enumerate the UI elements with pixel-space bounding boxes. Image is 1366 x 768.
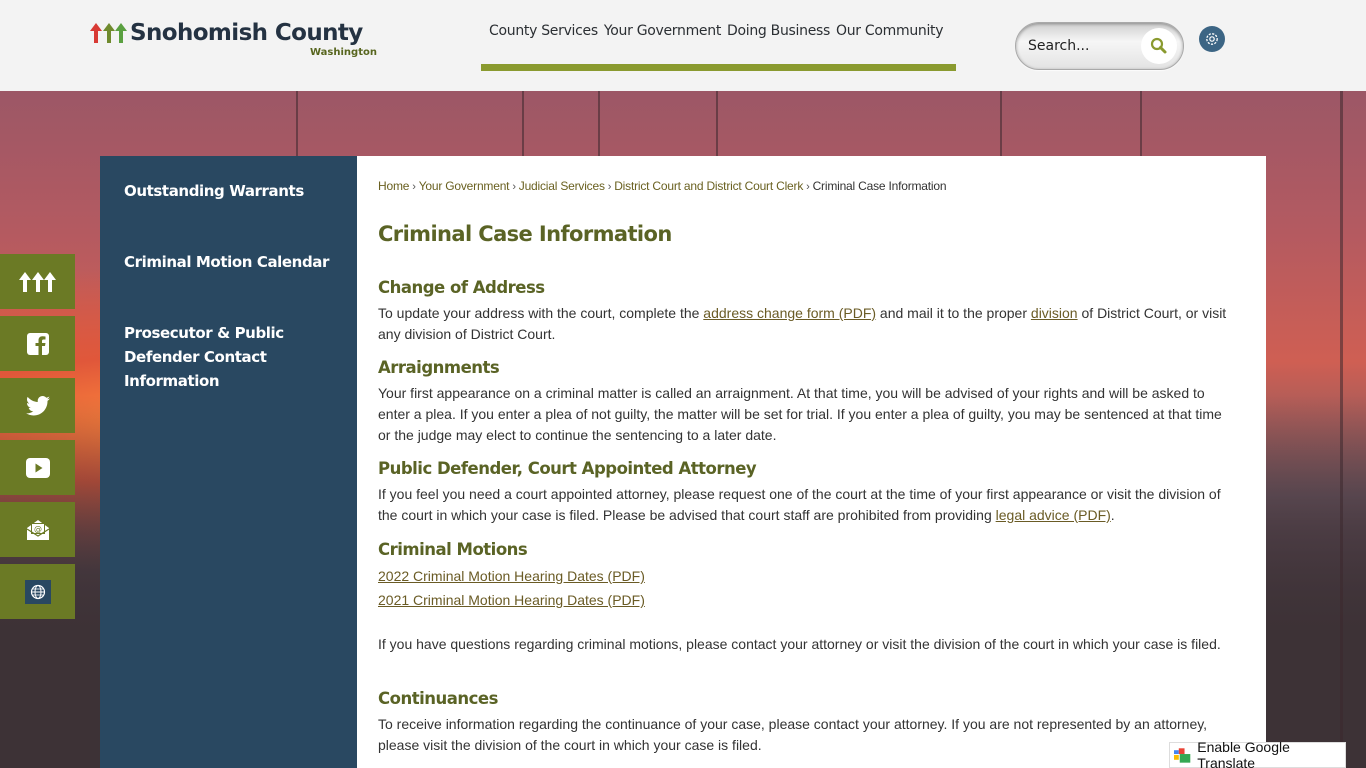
decorative-mast [522,91,524,161]
county-trees-icon [18,271,56,292]
breadcrumb-your-government[interactable]: Your Government [419,179,510,193]
sidenav-outstanding-warrants[interactable]: Outstanding Warrants [124,179,334,203]
search-box [1015,22,1184,70]
section-side-nav: Outstanding Warrants Criminal Motion Cal… [100,156,357,768]
main-content: Home › Your Government › Judicial Services › D… [357,156,1266,768]
social-facebook-link[interactable] [0,316,75,371]
breadcrumb-home[interactable]: Home [378,179,409,193]
youtube-icon [25,457,50,478]
motion-dates-2021-link[interactable]: 2021 Criminal Motion Hearing Dates (PDF) [378,588,645,612]
main-navigation: County Services Your Government Doing Bu… [481,0,956,72]
social-translate-link[interactable] [0,564,75,619]
decorative-mast [1140,91,1142,161]
social-youtube-link[interactable] [0,440,75,495]
address-change-form-link[interactable]: address change form (PDF) [703,305,876,321]
section-heading: Change of Address [378,278,545,297]
social-email-link[interactable]: @ [0,502,75,557]
globe-icon [24,579,51,604]
facebook-icon [26,332,49,355]
breadcrumb-current: Criminal Case Information [812,179,947,193]
decorative-mast [716,91,718,161]
section-text: If you have questions regarding criminal… [378,636,1221,652]
logo-state-name: Washington [310,47,377,58]
section-arraignments: Arraignments Your first appearance on a … [378,357,1238,446]
search-input[interactable] [1028,33,1138,59]
nav-doing-business[interactable]: Doing Business [727,23,830,39]
section-text: To receive information regarding the con… [378,716,1208,753]
breadcrumb-district-court[interactable]: District Court and District Court Clerk [614,179,803,193]
social-media-bar: @ [0,254,75,626]
section-text: If you feel you need a court appointed a… [378,484,1238,526]
breadcrumb-separator: › [806,181,810,193]
legal-advice-link[interactable]: legal advice (PDF) [996,507,1111,523]
section-text: Your first appearance on a criminal matt… [378,385,1222,443]
text-fragment: . [1110,507,1115,523]
gear-icon [1206,33,1218,45]
page-title: Criminal Case Information [378,222,672,246]
section-heading: Criminal Motions [378,540,528,559]
logo-trees-icon [90,23,127,43]
nav-our-community[interactable]: Our Community [836,23,944,39]
search-button[interactable] [1141,28,1177,64]
breadcrumb: Home › Your Government › Judicial Services › D… [378,179,947,193]
section-change-of-address: Change of Address To update your address… [378,277,1238,345]
text-fragment: To update your address with the court, c… [378,305,704,321]
section-heading: Public Defender, Court Appointed Attorne… [378,459,757,478]
section-public-defender: Public Defender, Court Appointed Attorne… [378,458,1238,526]
logo-county-name: Snohomish County [130,20,363,46]
breadcrumb-separator: › [512,181,516,193]
section-heading: Arraignments [378,358,500,377]
svg-text:@: @ [34,524,42,533]
text-fragment: and mail it to the proper [876,305,1031,321]
decorative-mast [1340,91,1343,768]
decorative-mast [296,91,298,161]
social-county-link[interactable] [0,254,75,309]
google-translate-button[interactable]: Enable Google Translate [1169,739,1346,768]
nav-county-services[interactable]: County Services [489,23,598,39]
section-heading: Continuances [378,689,498,708]
site-header: Snohomish County Washington County Servi… [0,0,1366,91]
county-logo[interactable]: Snohomish County Washington [90,20,380,64]
breadcrumb-separator: › [412,181,416,193]
decorative-mast [598,91,600,161]
social-twitter-link[interactable] [0,378,75,433]
section-continuances: Continuances To receive information rega… [378,688,1238,756]
nav-your-government[interactable]: Your Government [604,23,721,39]
settings-button[interactable] [1199,26,1225,52]
email-icon: @ [26,519,49,540]
google-translate-label: Enable Google Translate [1197,739,1290,768]
sidenav-criminal-motion-calendar[interactable]: Criminal Motion Calendar [124,250,334,274]
motion-dates-2022-link[interactable]: 2022 Criminal Motion Hearing Dates (PDF) [378,564,645,588]
nav-accent-bar [481,64,956,71]
sidenav-prosecutor-defender-contact[interactable]: Prosecutor & Public Defender Contact Inf… [124,321,334,393]
search-icon [1150,37,1167,54]
division-link[interactable]: division [1031,305,1078,321]
breadcrumb-separator: › [607,181,612,193]
google-translate-icon [1174,748,1191,763]
section-text: To update your address with the court, c… [378,303,1238,345]
breadcrumb-judicial-services[interactable]: Judicial Services [519,179,605,193]
section-criminal-motions: Criminal Motions 2022 Criminal Motion He… [378,539,1238,655]
decorative-mast [1000,91,1002,161]
twitter-icon [25,395,50,415]
